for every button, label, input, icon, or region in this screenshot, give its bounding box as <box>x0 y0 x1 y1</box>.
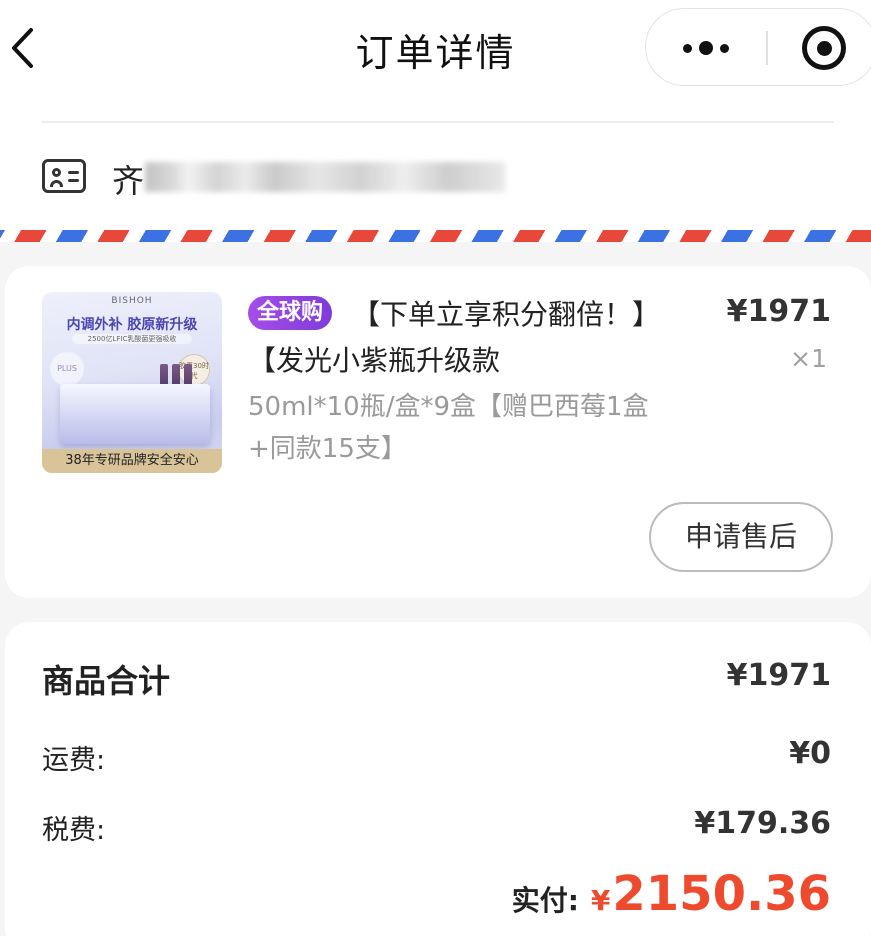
product-price: ¥1971 <box>726 294 831 329</box>
target-icon <box>816 40 832 56</box>
product-image-brand: BISHOH <box>111 296 153 306</box>
capsule-divider <box>766 31 768 65</box>
product-box-graphic <box>60 384 210 444</box>
top-nav-bar: 订单详情 <box>0 0 871 100</box>
product-spec: 50ml*10瓶/盒*9盒【赠巴西莓1盒+同款15支】 <box>248 392 649 464</box>
product-image-banner: 38年专研品牌安全安心 <box>42 449 222 473</box>
shipping-label: 运费: <box>42 745 106 776</box>
after-sale-button[interactable]: 申请售后 <box>649 502 833 572</box>
paid-total: 实付: ¥ 2150.36 <box>512 866 831 922</box>
close-miniprogram-button[interactable] <box>802 26 846 70</box>
airmail-border <box>0 230 871 242</box>
product-image[interactable]: BISHOH 内调外补 胶原新升级 2500亿LFIC乳酸菌更强吸收 PLUS … <box>42 292 222 473</box>
more-button[interactable] <box>646 9 766 87</box>
more-dots-icon <box>683 43 692 53</box>
id-card-icon <box>42 159 86 193</box>
product-quantity: ×1 <box>790 344 827 373</box>
tax-value: ¥179.36 <box>694 806 831 841</box>
product-image-plus: PLUS <box>50 352 84 386</box>
goods-total-value: ¥1971 <box>726 658 831 693</box>
shipping-value: ¥0 <box>789 736 831 771</box>
product-image-headline: 内调外补 胶原新升级 <box>66 317 198 333</box>
paid-label: 实付: <box>511 884 579 917</box>
recipient-card: 齐 <box>0 100 871 242</box>
product-card: BISHOH 内调外补 胶原新升级 2500亿LFIC乳酸菌更强吸收 PLUS … <box>5 266 871 598</box>
price-summary-card: 商品合计 ¥1971 运费: ¥0 税费: ¥179.36 实付: ¥ 2150… <box>5 622 871 936</box>
global-purchase-badge: 全球购 <box>248 296 333 330</box>
divider <box>42 121 834 123</box>
product-image-badge: 胶原30时代 <box>178 354 210 386</box>
paid-amount: 2150.36 <box>612 866 831 922</box>
goods-total-label: 商品合计 <box>42 662 171 700</box>
miniprogram-capsule <box>645 8 871 86</box>
paid-currency: ¥ <box>590 884 611 917</box>
recipient-name: 齐 <box>112 162 145 200</box>
product-image-subline: 2500亿LFIC乳酸菌更强吸收 <box>72 334 192 344</box>
redacted-recipient-info <box>145 162 505 192</box>
tax-label: 税费: <box>42 815 106 846</box>
